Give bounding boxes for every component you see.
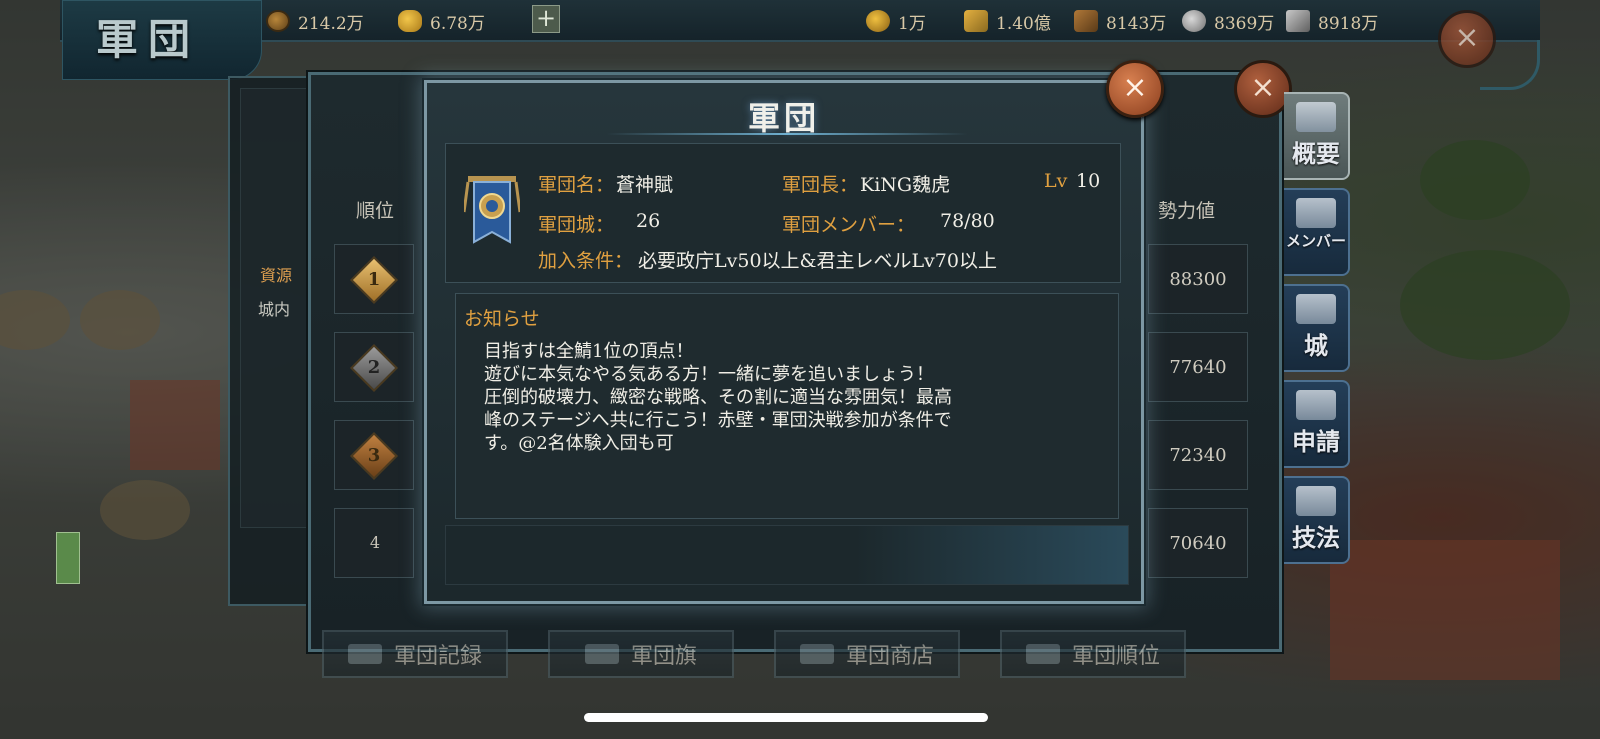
- join-condition-label: 加入条件：: [538, 250, 634, 272]
- legion-leader-label: 軍団長：: [782, 174, 859, 196]
- tab-castle[interactable]: 城: [1284, 284, 1350, 372]
- title-divider: [607, 133, 967, 135]
- book-icon: [1296, 486, 1336, 516]
- button-label: 軍団順位: [1071, 644, 1160, 669]
- notice-title: お知らせ: [464, 308, 540, 330]
- stone-icon: [1182, 10, 1206, 32]
- resource-value: 8369万: [1214, 13, 1275, 34]
- button-label: 軍団記録: [393, 644, 482, 669]
- resource-value: 1.40億: [996, 13, 1051, 34]
- resource-rice: 1万: [866, 8, 926, 34]
- power-value: 88300: [1148, 244, 1248, 314]
- modal-footer: [445, 525, 1129, 585]
- gold-value: 6.78万: [430, 13, 485, 34]
- left-panel-green-button[interactable]: [56, 532, 80, 584]
- tab-application[interactable]: 申請: [1284, 380, 1350, 468]
- legion-level-label: Lv: [1044, 170, 1068, 192]
- legion-shop-button[interactable]: 軍団商店: [774, 630, 960, 678]
- legion-leader-value[interactable]: KiNG魏虎: [860, 170, 950, 197]
- add-currency-button[interactable]: +: [532, 5, 560, 33]
- join-condition-value: 必要政庁Lv50以上&君主レベルLv70以上: [638, 250, 997, 272]
- button-label: 軍団商店: [845, 644, 934, 669]
- bronze-medal-icon: 3: [349, 431, 399, 481]
- power-value: 72340: [1148, 420, 1248, 490]
- ranking-icon: [1025, 644, 1060, 664]
- rank-number: 4: [369, 533, 381, 552]
- resource-wheat: 1.40億: [964, 8, 1051, 34]
- power-column-header: 勢力値: [1158, 200, 1216, 222]
- legion-city-label: 軍団城：: [538, 214, 615, 236]
- wood-icon: [1074, 10, 1098, 32]
- rank-column-header: 順位: [356, 200, 395, 222]
- officer-icon: [1296, 390, 1336, 420]
- legion-level-value: 10: [1076, 170, 1101, 192]
- legion-record-button[interactable]: 軍団記録: [322, 630, 508, 678]
- resource-value: 8143万: [1106, 13, 1167, 34]
- legion-flag-button[interactable]: 軍団旗: [548, 630, 734, 678]
- rank-cell: 4: [334, 508, 414, 578]
- gold-ingot-icon: [398, 10, 422, 32]
- power-value: 77640: [1148, 332, 1248, 402]
- rank-cell: 1: [334, 244, 414, 314]
- home-indicator[interactable]: [584, 713, 988, 722]
- castle-icon: [1296, 294, 1336, 324]
- legion-member-label: 軍団メンバー：: [782, 214, 916, 236]
- legion-ranking-button[interactable]: 軍団順位: [1000, 630, 1186, 678]
- modal-close-button[interactable]: ×: [1106, 60, 1164, 118]
- resource-value: 1万: [898, 13, 926, 34]
- silver-medal-icon: 2: [349, 343, 399, 393]
- resource-wood: 8143万: [1074, 8, 1166, 34]
- record-icon: [347, 644, 382, 664]
- rice-bag-icon: [866, 10, 890, 32]
- rank-cell: 2: [334, 332, 414, 402]
- scroll-icon: [1296, 102, 1336, 132]
- notice-body: 目指すは全鯖1位の頂点！ 遊びに本気なやる気ある方！一緒に夢を追いましょう！ 圧…: [484, 341, 952, 454]
- coin-value: 214.2万: [298, 13, 364, 34]
- tab-label: メンバー: [1285, 232, 1346, 250]
- notice-box: お知らせ 目指すは全鯖1位の頂点！ 遊びに本気なやる気ある方！一緒に夢を追いまし…: [455, 293, 1119, 519]
- legion-info-modal: 軍団 軍団名： 蒼神賦 軍団長： KiNG魏虎 Lv 10 軍団城： 26 軍団…: [424, 80, 1144, 604]
- resource-iron: 8918万: [1286, 8, 1378, 34]
- legion-info-box: 軍団名： 蒼神賦 軍団長： KiNG魏虎 Lv 10 軍団城： 26 軍団メンバ…: [445, 143, 1121, 283]
- rank-cell: 3: [334, 420, 414, 490]
- flag-icon: [584, 644, 619, 664]
- resource-value: 8918万: [1318, 13, 1379, 34]
- members-icon: [1296, 198, 1336, 228]
- wheat-icon: [964, 10, 988, 32]
- coin-counter: 214.2万: [266, 8, 364, 34]
- resource-stone: 8369万: [1182, 8, 1274, 34]
- button-label: 軍団旗: [630, 644, 697, 669]
- tab-label: 申請: [1292, 427, 1340, 456]
- tab-technique[interactable]: 技法: [1284, 476, 1350, 564]
- page-title: 軍団: [96, 15, 201, 64]
- left-panel-city-label: 城内: [258, 300, 291, 319]
- gold-counter: 6.78万: [398, 8, 485, 34]
- legion-name-value: 蒼神賦: [616, 174, 674, 196]
- tab-label: 概要: [1292, 139, 1340, 168]
- iron-icon: [1286, 10, 1310, 32]
- legion-member-value: 78/80: [940, 210, 995, 232]
- left-panel-resource-label: 資源: [260, 266, 293, 285]
- legion-name-label: 軍団名：: [538, 174, 615, 196]
- tab-label: 城: [1304, 331, 1328, 360]
- shop-icon: [799, 644, 834, 664]
- coin-icon: [266, 10, 290, 32]
- tab-overview[interactable]: 概要: [1284, 92, 1350, 180]
- legion-banner-icon: [464, 176, 520, 244]
- legion-city-value: 26: [636, 210, 661, 232]
- power-value: 70640: [1148, 508, 1248, 578]
- tab-members[interactable]: メンバー: [1284, 188, 1350, 276]
- tab-label: 技法: [1292, 523, 1340, 552]
- gold-medal-icon: 1: [349, 255, 399, 305]
